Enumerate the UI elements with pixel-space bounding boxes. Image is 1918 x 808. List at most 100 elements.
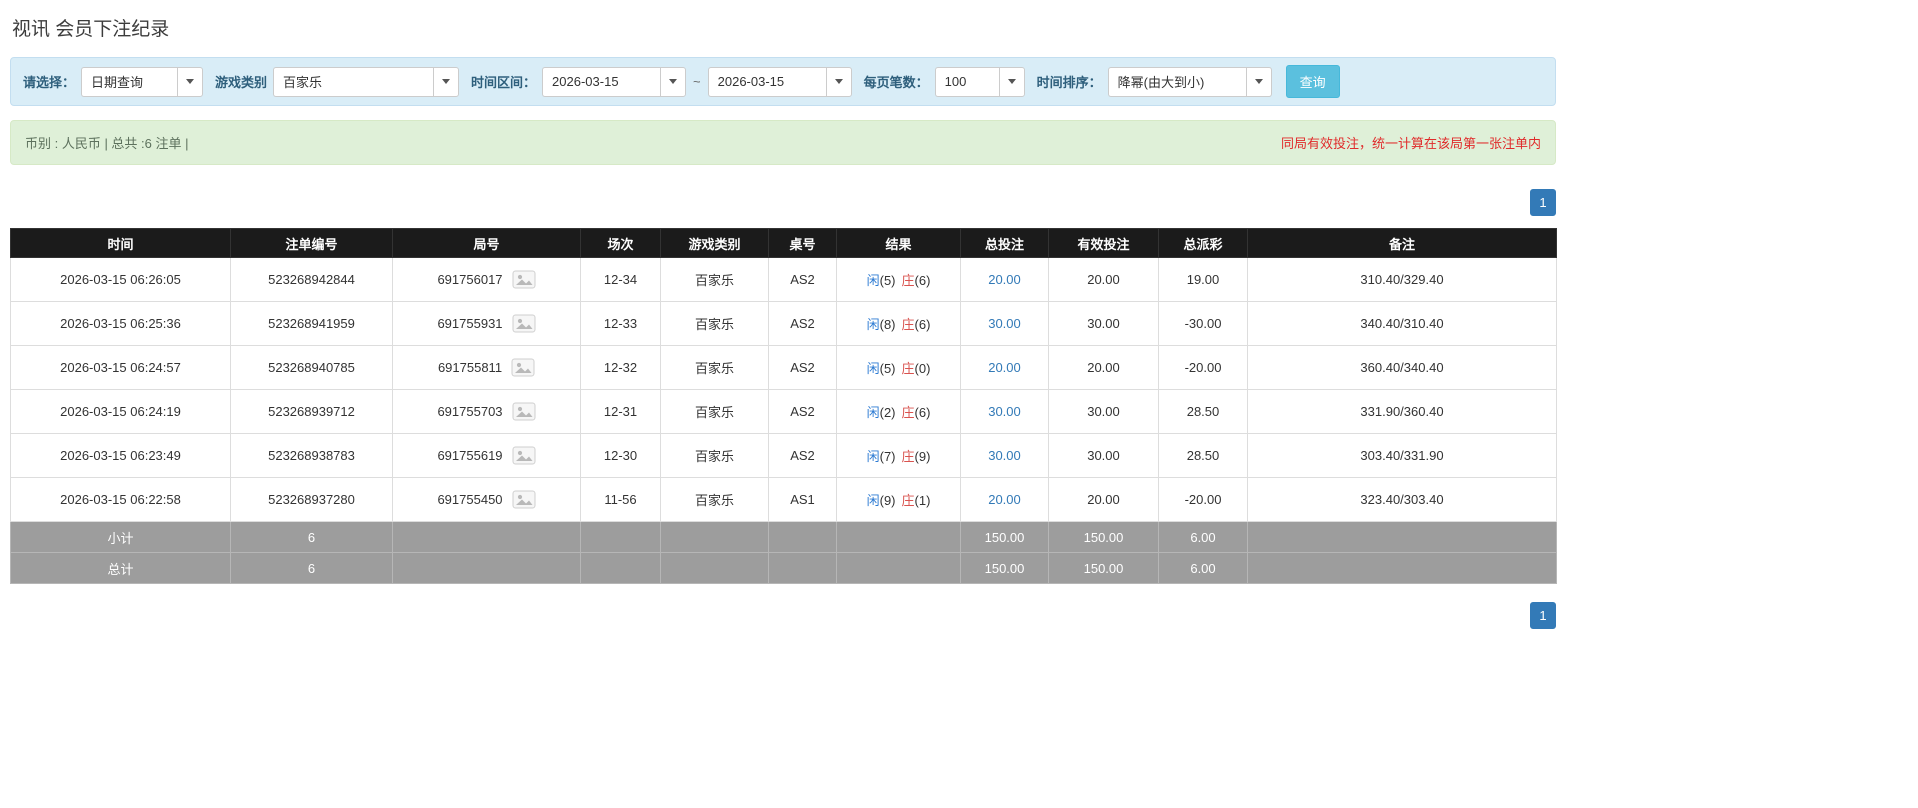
cell-time: 2026-03-15 06:25:36 bbox=[10, 301, 231, 346]
column-header: 游戏类别 bbox=[660, 228, 769, 258]
cell-bet-id: 523268942844 bbox=[230, 257, 393, 302]
cell-game-type: 百家乐 bbox=[660, 477, 769, 522]
cell-table-no: AS2 bbox=[768, 433, 837, 478]
chevron-down-icon[interactable] bbox=[1245, 66, 1272, 97]
round-detail-icon[interactable] bbox=[512, 446, 536, 465]
sort-order-value: 降幂(由大到小) bbox=[1107, 66, 1246, 97]
total-bet-link[interactable]: 20.00 bbox=[988, 272, 1021, 287]
chevron-down-icon[interactable] bbox=[433, 66, 460, 97]
caret-shape bbox=[1254, 79, 1263, 84]
cell-table-no: AS1 bbox=[768, 477, 837, 522]
sort-order-combobox[interactable]: 降幂(由大到小) bbox=[1107, 66, 1272, 97]
cell-game-type: 百家乐 bbox=[660, 257, 769, 302]
round-detail-icon[interactable] bbox=[512, 270, 536, 289]
cell-bet-id: 523268939712 bbox=[230, 389, 393, 434]
summary-row: 总计 6 150.00 150.00 6.00 bbox=[10, 552, 1557, 584]
total-bet-link[interactable]: 20.00 bbox=[988, 492, 1021, 507]
cell-time: 2026-03-15 06:24:19 bbox=[10, 389, 231, 434]
summary-total-bet: 150.00 bbox=[960, 521, 1049, 553]
total-bet-link[interactable]: 30.00 bbox=[988, 448, 1021, 463]
chevron-down-icon[interactable] bbox=[998, 66, 1025, 97]
round-detail-icon[interactable] bbox=[512, 402, 536, 421]
cell-result: 闲(7) 庄(9) bbox=[836, 433, 961, 478]
cell-result: 闲(9) 庄(1) bbox=[836, 477, 961, 522]
query-type-label: 请选择： bbox=[23, 75, 76, 90]
cell-table-no: AS2 bbox=[768, 345, 837, 390]
result-player-label: 闲 bbox=[866, 317, 880, 332]
summary-empty-cell bbox=[1247, 521, 1557, 553]
cell-result: 闲(8) 庄(6) bbox=[836, 301, 961, 346]
column-header: 结果 bbox=[836, 228, 961, 258]
cell-payout: 19.00 bbox=[1158, 257, 1248, 302]
cell-total-bet: 30.00 bbox=[960, 433, 1049, 478]
query-type-combobox[interactable]: 日期查询 bbox=[81, 66, 204, 97]
total-bet-link[interactable]: 30.00 bbox=[988, 404, 1021, 419]
caret-shape bbox=[669, 79, 678, 84]
cell-session: 12-31 bbox=[580, 389, 661, 434]
cell-bet-id: 523268941959 bbox=[230, 301, 393, 346]
cell-time: 2026-03-15 06:24:57 bbox=[10, 345, 231, 390]
main-content: 视讯 会员下注纪录 请选择： 日期查询 游戏类别 百家乐 时间区间： 2026-… bbox=[10, 0, 1557, 629]
picture-icon bbox=[512, 446, 536, 465]
sort-order-label: 时间排序： bbox=[1036, 75, 1102, 90]
column-header: 总派彩 bbox=[1158, 228, 1248, 258]
round-number: 691755811 bbox=[437, 360, 503, 375]
search-button[interactable]: 查询 bbox=[1285, 65, 1340, 98]
cell-payout: 28.50 bbox=[1158, 389, 1248, 434]
cell-table-no: AS2 bbox=[768, 257, 837, 302]
cell-game-type: 百家乐 bbox=[660, 301, 769, 346]
cell-game-type: 百家乐 bbox=[660, 433, 769, 478]
picture-icon bbox=[512, 314, 536, 333]
chevron-down-icon[interactable] bbox=[660, 66, 687, 97]
total-bet-link[interactable]: 20.00 bbox=[988, 360, 1021, 375]
chevron-down-icon[interactable] bbox=[177, 66, 204, 97]
round-detail-icon[interactable] bbox=[512, 490, 536, 509]
round-detail-icon[interactable] bbox=[512, 314, 536, 333]
cell-total-bet: 20.00 bbox=[960, 345, 1049, 390]
cell-valid-bet: 20.00 bbox=[1048, 345, 1159, 390]
table-row: 2026-03-15 06:23:49 523268938783 6917556… bbox=[10, 433, 1557, 478]
caret-shape bbox=[186, 79, 195, 84]
column-header: 总投注 bbox=[960, 228, 1049, 258]
cell-remark: 303.40/331.90 bbox=[1247, 433, 1557, 478]
picture-icon bbox=[512, 402, 536, 421]
summary-count: 6 bbox=[230, 552, 393, 584]
date-from-picker[interactable]: 2026-03-15 bbox=[542, 66, 687, 97]
cell-game-type: 百家乐 bbox=[660, 389, 769, 434]
result-player-label: 闲 bbox=[866, 493, 880, 508]
chevron-down-icon[interactable] bbox=[825, 66, 852, 97]
result-banker-score: (1) bbox=[914, 493, 931, 508]
cell-time: 2026-03-15 06:23:49 bbox=[10, 433, 231, 478]
total-bet-link[interactable]: 30.00 bbox=[988, 316, 1021, 331]
result-banker-score: (6) bbox=[914, 273, 931, 288]
round-number: 691756017 bbox=[437, 272, 503, 287]
date-to-picker[interactable]: 2026-03-15 bbox=[707, 66, 852, 97]
round-detail-icon[interactable] bbox=[511, 358, 535, 377]
caret-shape bbox=[1007, 79, 1016, 84]
bets-table: 时间 注单编号 局号 场次 游戏类别 桌号 结果 总投注 有效投注 总派彩 备注 2026-03-1… bbox=[10, 228, 1557, 584]
cell-remark: 310.40/329.40 bbox=[1247, 257, 1557, 302]
cell-valid-bet: 20.00 bbox=[1048, 257, 1159, 302]
round-number: 691755619 bbox=[437, 448, 503, 463]
result-banker-label: 庄 bbox=[901, 493, 915, 508]
cell-payout: -20.00 bbox=[1158, 477, 1248, 522]
result-player-score: (9) bbox=[879, 493, 896, 508]
column-header: 桌号 bbox=[768, 228, 837, 258]
column-header: 局号 bbox=[392, 228, 581, 258]
round-number: 691755703 bbox=[437, 404, 503, 419]
cell-bet-id: 523268938783 bbox=[230, 433, 393, 478]
cell-time: 2026-03-15 06:22:58 bbox=[10, 477, 231, 522]
cell-result: 闲(5) 庄(0) bbox=[836, 345, 961, 390]
pagination-page-button[interactable]: 1 bbox=[1530, 189, 1556, 216]
table-body: 2026-03-15 06:26:05 523268942844 6917560… bbox=[10, 257, 1557, 522]
page-size-combobox[interactable]: 100 bbox=[934, 66, 1025, 97]
summary-empty-cell bbox=[580, 521, 661, 553]
cell-round: 691755811 bbox=[392, 345, 581, 390]
cell-bet-id: 523268940785 bbox=[230, 345, 393, 390]
summary-valid-bet: 150.00 bbox=[1048, 521, 1159, 553]
game-type-label: 游戏类别 bbox=[215, 75, 268, 90]
pagination-page-button[interactable]: 1 bbox=[1530, 602, 1556, 629]
column-header: 备注 bbox=[1247, 228, 1557, 258]
game-type-combobox[interactable]: 百家乐 bbox=[273, 66, 460, 97]
cell-remark: 331.90/360.40 bbox=[1247, 389, 1557, 434]
